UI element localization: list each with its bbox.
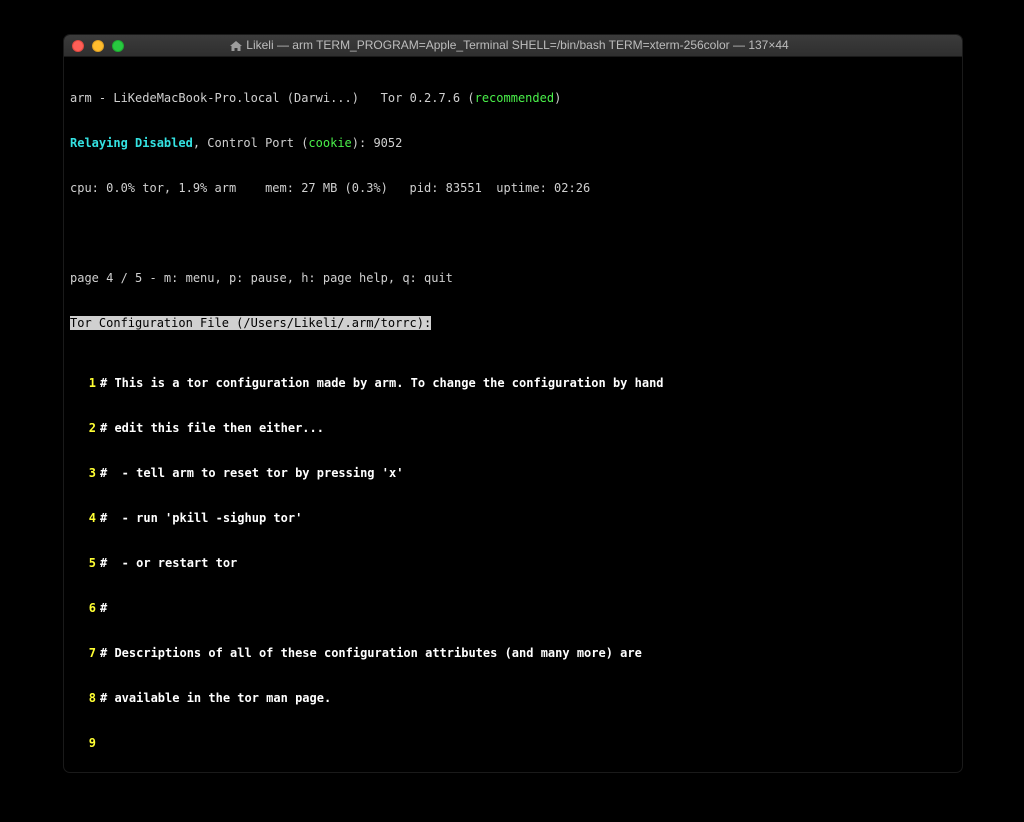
torrc-line-1: 1# This is a tor configuration made by a… [70, 376, 956, 391]
close-icon[interactable] [72, 40, 84, 52]
minimize-icon[interactable] [92, 40, 104, 52]
torrc-line-9: 9 [70, 736, 956, 751]
window-title: Likeli — arm TERM_PROGRAM=Apple_Terminal… [131, 38, 887, 53]
stats-line: cpu: 0.0% tor, 1.9% arm mem: 27 MB (0.3%… [70, 181, 956, 196]
torrc-line-4: 4# - run 'pkill -sighup tor' [70, 511, 956, 526]
header-line-1: arm - LiKedeMacBook-Pro.local (Darwi...)… [70, 91, 956, 106]
relaying-label: Relaying Disabled [70, 136, 193, 150]
torrc-line-3: 3# - tell arm to reset tor by pressing '… [70, 466, 956, 481]
terminal-window: Likeli — arm TERM_PROGRAM=Apple_Terminal… [64, 35, 962, 772]
home-icon [229, 40, 242, 51]
cookie-label: cookie [308, 136, 351, 150]
blank-row [70, 226, 956, 241]
hostline: arm - LiKedeMacBook-Pro.local (Darwi...) [70, 91, 359, 105]
file-header: Tor Configuration File (/Users/Likeli/.a… [70, 316, 956, 331]
traffic-lights [72, 40, 124, 52]
maximize-icon[interactable] [112, 40, 124, 52]
titlebar: Likeli — arm TERM_PROGRAM=Apple_Terminal… [64, 35, 962, 57]
window-title-text: Likeli — arm TERM_PROGRAM=Apple_Terminal… [246, 38, 788, 53]
pager-line: page 4 / 5 - m: menu, p: pause, h: page … [70, 271, 956, 286]
file-path-bar: Tor Configuration File (/Users/Likeli/.a… [70, 316, 431, 330]
torrc-line-5: 5# - or restart tor [70, 556, 956, 571]
torrc-line-7: 7# Descriptions of all of these configur… [70, 646, 956, 661]
torrc-line-2: 2# edit this file then either... [70, 421, 956, 436]
torrc-line-8: 8# available in the tor man page. [70, 691, 956, 706]
torrc-line-6: 6# [70, 601, 956, 616]
recommended-label: recommended [475, 91, 554, 105]
tor-version: Tor 0.2.7.6 ( [381, 91, 475, 105]
terminal-body[interactable]: arm - LiKedeMacBook-Pro.local (Darwi...)… [64, 57, 962, 772]
header-line-2: Relaying Disabled, Control Port (cookie)… [70, 136, 956, 151]
